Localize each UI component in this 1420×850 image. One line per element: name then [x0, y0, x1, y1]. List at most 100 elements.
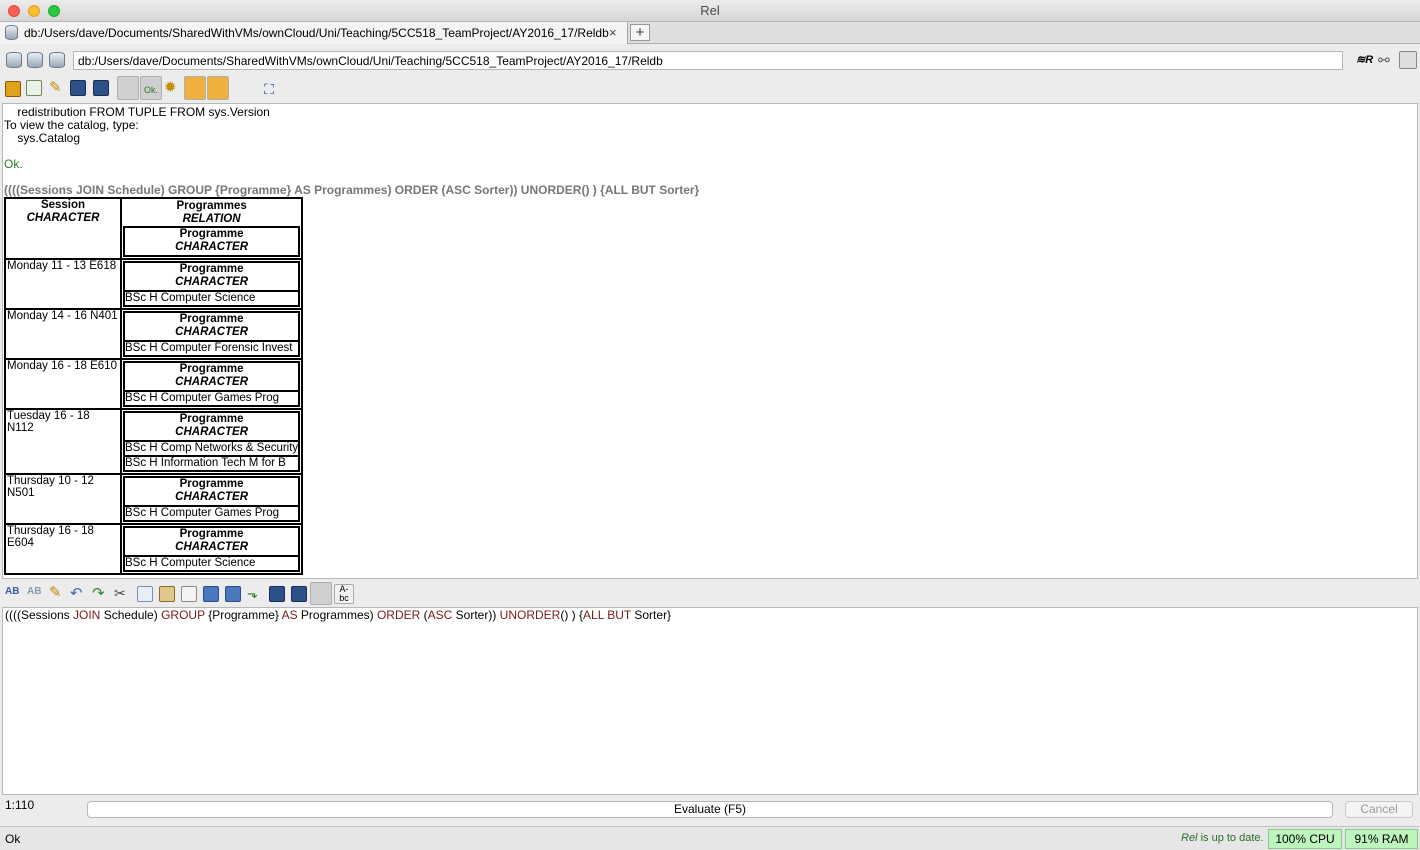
inner-header-name: Programme — [179, 263, 244, 275]
inner-relation-table: Programme CHARACTER BSc H Computer Science — [123, 261, 301, 307]
programme-cell: BSc H Comp Networks & Security — [124, 441, 300, 456]
inner-header-table: Programme CHARACTER — [123, 226, 301, 257]
add-tab-button[interactable]: + — [630, 24, 650, 41]
table-row: Thursday 10 - 12 N501 Programme CHARACTER B… — [5, 474, 303, 524]
path-bar: db:/Users/dave/Documents/SharedWithVMs/o… — [0, 45, 1420, 75]
inner-relation-table: Programme CHARACTER BSc H Comp Networks & … — [123, 411, 301, 472]
query-echo: ((((Sessions JOIN Schedule) GROUP {Progr… — [4, 183, 700, 197]
window-title: Rel — [700, 3, 720, 18]
clear-output-icon[interactable] — [5, 81, 21, 97]
text-token: {Programme} — [204, 608, 282, 622]
header-type: CHARACTER — [26, 212, 100, 224]
show-header-toggle[interactable] — [184, 76, 206, 100]
inner-header-name: Programme — [179, 478, 244, 490]
result-relation-table: Session CHARACTER Programmes RELATION Pr… — [4, 197, 304, 575]
header-name: Session — [40, 199, 86, 211]
rel-mode-icon[interactable]: ≋R — [1356, 53, 1373, 69]
programme-cell: BSc H Computer Science — [124, 556, 300, 571]
save-html-icon[interactable] — [70, 80, 86, 96]
update-app-name: Rel — [1181, 832, 1198, 844]
programme-cell: BSc H Information Tech M for B — [124, 456, 300, 471]
inner-header-cell: Programme CHARACTER — [124, 527, 300, 556]
session-header: Session CHARACTER — [5, 198, 121, 259]
query-editor[interactable]: ((((Sessions JOIN Schedule) GROUP {Progr… — [2, 607, 1418, 795]
session-cell: Thursday 16 - 18 E604 — [5, 524, 121, 574]
spell-check-icon[interactable]: AB — [5, 586, 21, 602]
table-row: Monday 14 - 16 N401 Programme CHARACTER BSc… — [5, 309, 303, 359]
tab-label: db:/Users/dave/Documents/SharedWithVMs/o… — [24, 26, 609, 40]
inner-header-cell: Programme CHARACTER — [124, 312, 300, 341]
cpu-meter: 100% CPU — [1268, 829, 1342, 849]
programme-cell: BSc H Computer Forensic Invest — [124, 341, 300, 356]
diagram-mode-icon[interactable]: ⚯ — [1378, 52, 1394, 68]
maximize-output-icon[interactable]: ⛶ — [261, 81, 277, 97]
cut-icon[interactable]: ✂ — [114, 585, 130, 601]
inner-header-type: CHARACTER — [175, 326, 249, 338]
backup-database-icon[interactable] — [49, 52, 65, 68]
ok-message: Ok. — [4, 157, 23, 171]
keyword-token: AS — [281, 608, 298, 622]
session-cell: Thursday 10 - 12 N501 — [5, 474, 121, 524]
inner-header-type: CHARACTER — [175, 276, 249, 288]
keyword-token: UNORDER — [499, 608, 561, 622]
inner-relation-table: Programme CHARACTER BSc H Computer Science — [123, 526, 301, 572]
new-database-icon[interactable] — [6, 52, 22, 68]
copy-icon[interactable] — [137, 586, 153, 602]
inner-header-name: Programme — [179, 528, 244, 540]
text-token: Sorter)) — [452, 608, 500, 622]
cancel-button[interactable]: Cancel — [1345, 801, 1413, 818]
inner-header-name: Programme — [179, 313, 244, 325]
output-line: sys.Catalog — [4, 131, 81, 145]
keyword-token: ORDER — [376, 608, 421, 622]
update-text: is up to date. — [1197, 832, 1264, 844]
tab-strip: db:/Users/dave/Documents/SharedWithVMs/o… — [0, 22, 1420, 44]
evaluate-button[interactable]: Evaluate (F5) — [87, 801, 1333, 818]
load-file-icon[interactable] — [225, 586, 241, 602]
inner-relation-table: Programme CHARACTER BSc H Computer Games P… — [123, 476, 301, 522]
command-line-mode-icon[interactable] — [1399, 51, 1417, 69]
output-line: redistribution FROM TUPLE FROM sys.Versi… — [4, 105, 270, 119]
table-row: Monday 11 - 13 E618 Programme CHARACTER BSc… — [5, 259, 303, 309]
save-icon[interactable] — [269, 586, 285, 602]
editor-line: ((((Sessions JOIN Schedule) GROUP {Progr… — [5, 608, 671, 622]
autoclear-icon[interactable]: ✹ — [164, 80, 180, 96]
save-text-icon[interactable] — [93, 80, 109, 96]
redo-icon[interactable]: ↷ — [92, 586, 108, 602]
save-as-icon[interactable] — [291, 586, 307, 602]
save-output-icon[interactable] — [26, 80, 42, 96]
inner-header-name: Programme — [179, 413, 244, 425]
text-token: () ) { — [560, 608, 584, 622]
insert-file-icon[interactable]: ⬎ — [247, 586, 263, 602]
show-heading-types-toggle[interactable] — [207, 76, 229, 100]
text-token: Schedule) — [100, 608, 162, 622]
copy-to-output-toggle[interactable] — [310, 582, 332, 605]
database-tab[interactable]: db:/Users/dave/Documents/SharedWithVMs/o… — [0, 22, 628, 44]
paste-icon[interactable] — [159, 586, 175, 602]
open-file-icon[interactable] — [203, 586, 219, 602]
open-database-icon[interactable] — [27, 52, 43, 68]
undo-icon[interactable]: ↶ — [70, 586, 86, 602]
session-cell: Tuesday 16 - 18 N112 — [5, 409, 121, 474]
status-message: Ok — [5, 832, 21, 846]
find-replace-icon[interactable] — [181, 586, 197, 602]
inner-header-type: CHARACTER — [175, 376, 249, 388]
clear-editor-icon[interactable]: ✎ — [49, 585, 65, 601]
inner-header-type: CHARACTER — [175, 426, 249, 438]
show-ok-toggle[interactable]: Ok. — [140, 76, 162, 100]
table-row: Tuesday 16 - 18 N112 Programme CHARACTER BS… — [5, 409, 303, 474]
table-row: Monday 16 - 18 E610 Programme CHARACTER BSc… — [5, 359, 303, 409]
programme-cell: BSc H Computer Science — [124, 291, 300, 306]
header-name: Programmes — [176, 200, 247, 212]
keyword-token: JOIN — [73, 608, 101, 622]
close-tab-icon[interactable]: × — [609, 25, 617, 40]
spell-check-off-icon[interactable]: AB — [27, 586, 43, 602]
brush-icon[interactable]: ✎ — [49, 80, 65, 96]
database-path-field[interactable]: db:/Users/dave/Documents/SharedWithVMs/o… — [73, 51, 1343, 70]
cursor-position: 1:110 — [5, 798, 35, 812]
inner-header-type: CHARACTER — [175, 241, 249, 253]
inner-header-cell: Programme CHARACTER — [124, 262, 300, 291]
programmes-cell: Programme CHARACTER BSc H Computer Science — [121, 524, 303, 574]
enhanced-output-toggle[interactable] — [117, 76, 139, 100]
wrap-text-icon[interactable]: A-bc — [334, 584, 354, 604]
keyword-token: ALL BUT — [583, 608, 632, 622]
